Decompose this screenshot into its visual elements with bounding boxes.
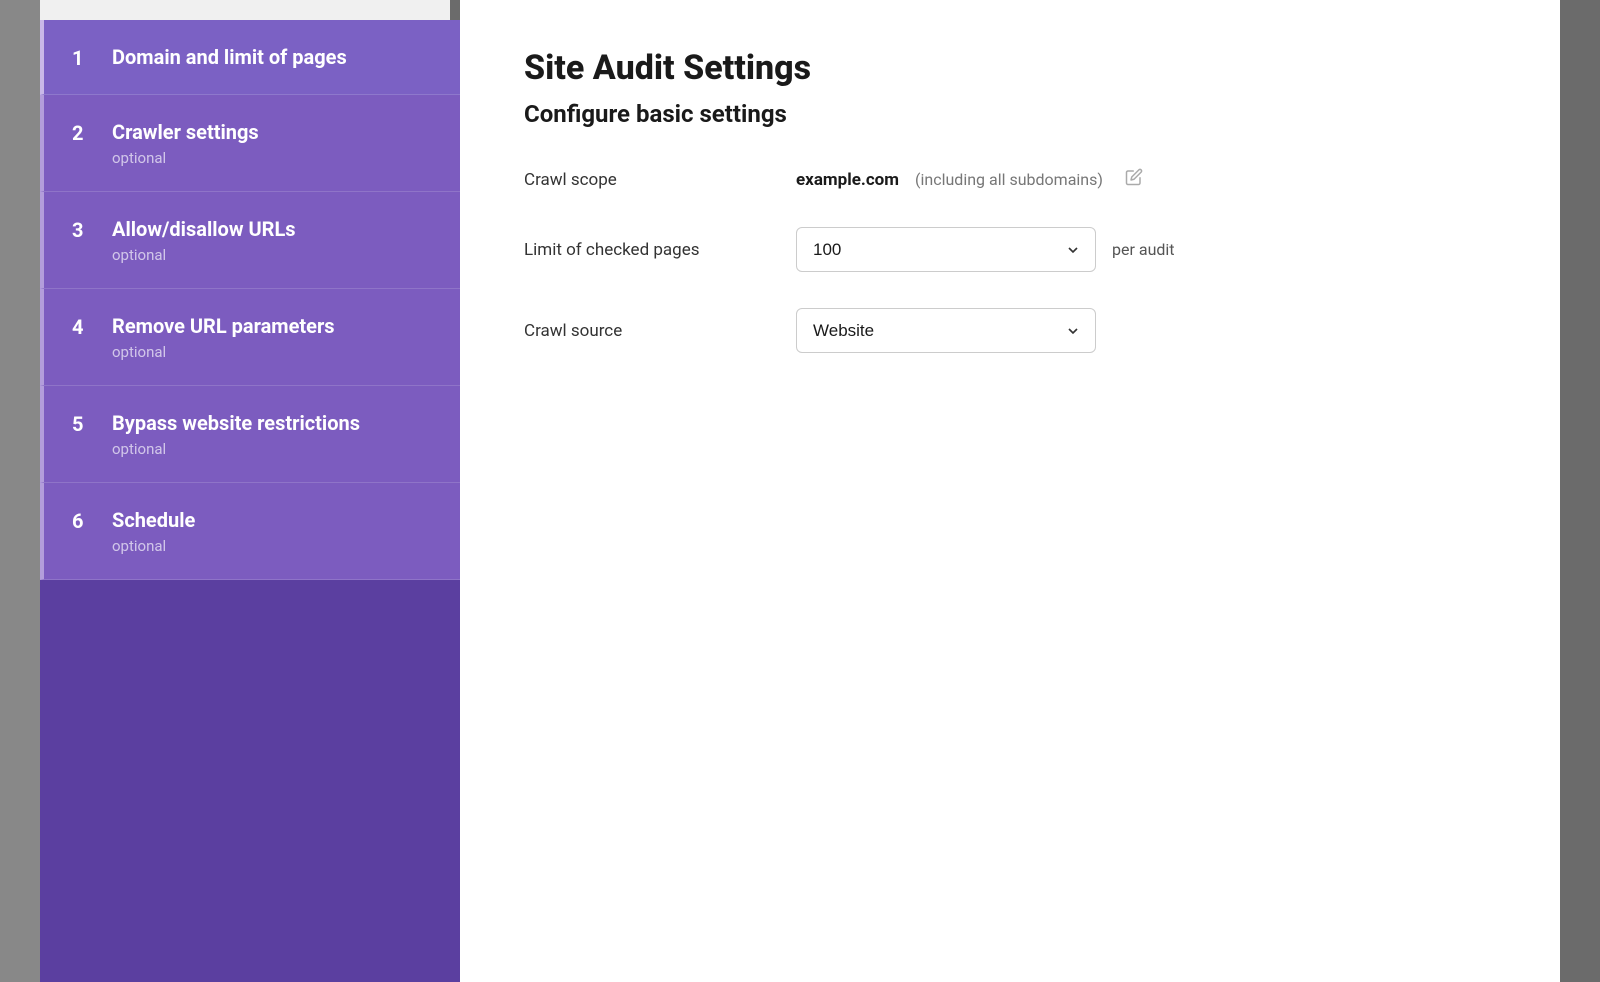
sidebar-item-subtitle-4: optional [112, 343, 335, 361]
sidebar-item-title-3: Allow/disallow URLs [112, 216, 296, 242]
per-audit-label: per audit [1112, 240, 1175, 259]
main-overlay: 1 Domain and limit of pages 2 Crawler se… [40, 0, 1560, 982]
pages-limit-label: Limit of checked pages [524, 240, 764, 260]
sidebar-item-number-5: 5 [72, 412, 94, 436]
sidebar-item-content-2: Crawler settings optional [112, 119, 259, 167]
sidebar-item-content-3: Allow/disallow URLs optional [112, 216, 296, 264]
sidebar-item-title-5: Bypass website restrictions [112, 410, 360, 436]
sidebar-item-title-1: Domain and limit of pages [112, 44, 347, 70]
sidebar-item-2[interactable]: 2 Crawler settings optional [40, 95, 460, 192]
edit-crawl-scope-icon[interactable] [1125, 168, 1143, 191]
sidebar-item-subtitle-6: optional [112, 537, 195, 555]
crawl-source-select[interactable]: Website Sitemap Website and sitemap [796, 308, 1096, 353]
sidebar-item-content-1: Domain and limit of pages [112, 44, 347, 70]
sidebar-item-content-6: Schedule optional [112, 507, 195, 555]
crawl-source-label: Crawl source [524, 321, 764, 341]
sidebar-item-title-4: Remove URL parameters [112, 313, 335, 339]
crawl-scope-value: example.com [796, 170, 899, 190]
sidebar-item-3[interactable]: 3 Allow/disallow URLs optional [40, 192, 460, 289]
crawl-scope-label: Crawl scope [524, 170, 764, 190]
main-panel: Site Audit Settings Configure basic sett… [460, 0, 1560, 982]
crawl-source-control: Website Sitemap Website and sitemap [796, 308, 1096, 353]
crawl-scope-sub: (including all subdomains) [915, 170, 1103, 189]
crawl-source-row: Crawl source Website Sitemap Website and… [524, 308, 1496, 353]
sidebar-item-subtitle-5: optional [112, 440, 360, 458]
sidebar-item-5[interactable]: 5 Bypass website restrictions optional [40, 386, 460, 483]
sidebar: 1 Domain and limit of pages 2 Crawler se… [40, 20, 460, 982]
crawl-scope-row: Crawl scope example.com (including all s… [524, 168, 1496, 191]
sidebar-item-4[interactable]: 4 Remove URL parameters optional [40, 289, 460, 386]
sidebar-item-number-1: 1 [72, 46, 94, 70]
sidebar-item-1[interactable]: 1 Domain and limit of pages [40, 20, 460, 95]
sidebar-item-subtitle-3: optional [112, 246, 296, 264]
sidebar-item-number-2: 2 [72, 121, 94, 145]
pages-limit-row: Limit of checked pages 100 250 500 1000 … [524, 227, 1496, 272]
sidebar-item-title-6: Schedule [112, 507, 195, 533]
sidebar-item-subtitle-2: optional [112, 149, 259, 167]
pages-limit-select[interactable]: 100 250 500 1000 5000 10000 50000 100000… [796, 227, 1096, 272]
sidebar-item-content-4: Remove URL parameters optional [112, 313, 335, 361]
sidebar-item-number-6: 6 [72, 509, 94, 533]
pages-limit-control: 100 250 500 1000 5000 10000 50000 100000… [796, 227, 1175, 272]
sidebar-item-title-2: Crawler settings [112, 119, 259, 145]
sidebar-item-content-5: Bypass website restrictions optional [112, 410, 360, 458]
left-edge-overlay [0, 0, 40, 982]
page-title: Site Audit Settings [524, 48, 1496, 88]
sidebar-item-number-3: 3 [72, 218, 94, 242]
page-subtitle: Configure basic settings [524, 100, 1496, 128]
sidebar-item-number-4: 4 [72, 315, 94, 339]
crawl-scope-control: example.com (including all subdomains) [796, 168, 1143, 191]
sidebar-item-6[interactable]: 6 Schedule optional [40, 483, 460, 580]
